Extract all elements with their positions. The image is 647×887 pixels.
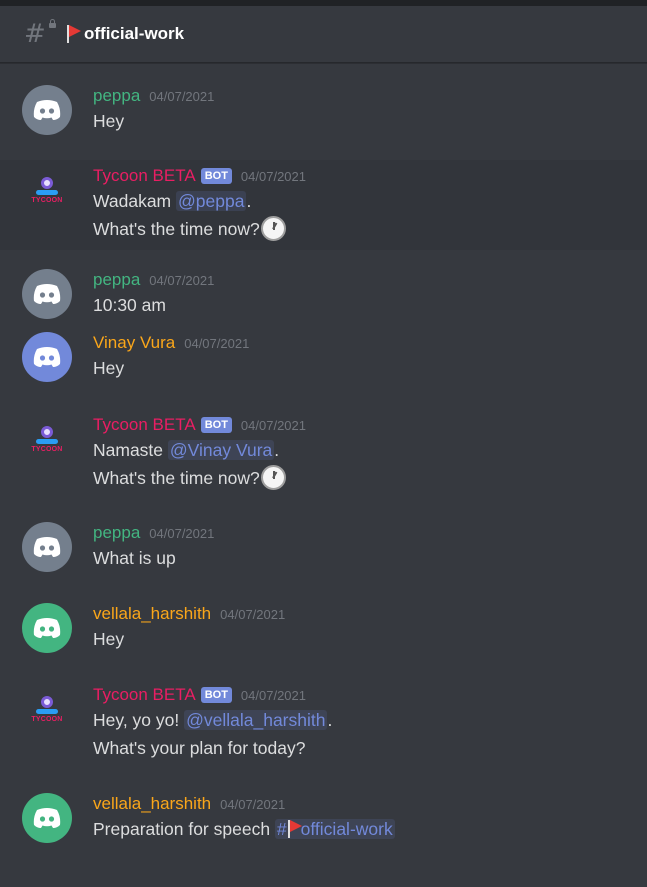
channel-header: # official-work [0, 6, 647, 63]
user-mention[interactable]: @Vinay Vura [167, 440, 275, 460]
message[interactable]: Vinay Vura 04/07/2021 Hey [0, 332, 647, 414]
message-text: Hey, yo yo! @vellala_harshith. [93, 710, 333, 730]
username[interactable]: peppa [93, 270, 140, 290]
avatar[interactable] [22, 793, 72, 843]
message-content: peppa 04/07/2021 10:30 am [93, 269, 214, 332]
locked-channel-hash-icon: # [24, 19, 56, 47]
message-text: Wadakam @peppa. [93, 191, 252, 211]
message-text: Hey [93, 358, 125, 378]
message[interactable]: peppa 04/07/2021 What is up [0, 522, 647, 603]
message-text: What's the time now? [93, 215, 306, 243]
user-mention[interactable]: @vellala_harshith [184, 710, 328, 730]
lock-icon [49, 19, 56, 28]
username[interactable]: peppa [93, 86, 140, 106]
discord-logo-icon [33, 618, 61, 638]
timestamp: 04/07/2021 [184, 335, 250, 351]
message-text: 10:30 am [93, 295, 166, 315]
message-text: Preparation for speech # official-work [93, 819, 395, 839]
channel-title: official-work [84, 24, 185, 43]
clock-emoji-icon [260, 216, 286, 241]
message-content: peppa 04/07/2021 Hey [93, 85, 214, 160]
bot-avatar[interactable]: TYCOON [22, 684, 72, 734]
red-flag-icon [287, 820, 302, 838]
message[interactable]: vellala_harshith 04/07/2021 Preparation … [0, 793, 647, 863]
message-content: Tycoon BETA BOT 04/07/2021 Wadakam @pepp… [93, 165, 306, 250]
message-content: Tycoon BETA BOT 04/07/2021 Hey, yo yo! @… [93, 684, 332, 793]
discord-logo-icon [33, 808, 61, 828]
timestamp: 04/07/2021 [220, 606, 286, 622]
message-content: peppa 04/07/2021 What is up [93, 522, 214, 603]
avatar[interactable] [22, 603, 72, 653]
user-mention[interactable]: @peppa [176, 191, 247, 211]
discord-logo-icon [33, 537, 61, 557]
discord-logo-icon [33, 284, 61, 304]
avatar[interactable] [22, 269, 72, 319]
tycoon-logo-icon: TYCOON [31, 176, 62, 204]
message[interactable]: vellala_harshith 04/07/2021 Hey [0, 603, 647, 684]
avatar[interactable] [22, 522, 72, 572]
message-text: Hey [93, 629, 125, 649]
timestamp: 04/07/2021 [149, 88, 215, 104]
message-text: Hey [93, 111, 125, 131]
discord-logo-icon [33, 100, 61, 120]
message[interactable]: TYCOON Tycoon BETA BOT 04/07/2021 Namast… [0, 414, 647, 522]
username[interactable]: Tycoon BETA [93, 415, 196, 435]
red-flag-icon [66, 25, 81, 43]
message-text: What's the time now? [93, 464, 306, 492]
timestamp: 04/07/2021 [240, 417, 306, 433]
bot-badge: BOT [200, 417, 232, 433]
timestamp: 04/07/2021 [240, 687, 306, 703]
timestamp: 04/07/2021 [149, 525, 215, 541]
tycoon-logo-icon: TYCOON [31, 425, 62, 453]
username[interactable]: peppa [93, 523, 140, 543]
channel-mention[interactable]: # official-work [274, 819, 395, 839]
message[interactable]: peppa 04/07/2021 Hey [0, 63, 647, 160]
message-content: vellala_harshith 04/07/2021 Preparation … [93, 793, 395, 863]
username[interactable]: Vinay Vura [93, 333, 175, 353]
timestamp: 04/07/2021 [149, 272, 215, 288]
message-content: Vinay Vura 04/07/2021 Hey [93, 332, 249, 414]
tycoon-logo-icon: TYCOON [31, 695, 62, 723]
clock-emoji-icon [260, 465, 286, 490]
username[interactable]: Tycoon BETA [93, 166, 196, 186]
username[interactable]: Tycoon BETA [93, 685, 196, 705]
timestamp: 04/07/2021 [220, 796, 286, 812]
message[interactable]: TYCOON Tycoon BETA BOT 04/07/2021 Wadaka… [0, 160, 647, 250]
bot-avatar[interactable]: TYCOON [22, 414, 72, 464]
bot-avatar[interactable]: TYCOON [22, 165, 72, 215]
timestamp: 04/07/2021 [240, 168, 306, 184]
username[interactable]: vellala_harshith [93, 794, 211, 814]
bot-badge: BOT [200, 687, 232, 703]
message-text: Namaste @Vinay Vura. [93, 440, 280, 460]
username[interactable]: vellala_harshith [93, 604, 211, 624]
message-list[interactable]: peppa 04/07/2021 Hey TYCOON Tycoon BETA … [0, 63, 647, 863]
avatar[interactable] [22, 85, 72, 135]
avatar[interactable] [22, 332, 72, 382]
message[interactable]: peppa 04/07/2021 10:30 am [0, 250, 647, 332]
message[interactable]: TYCOON Tycoon BETA BOT 04/07/2021 Hey, y… [0, 684, 647, 793]
message-content: Tycoon BETA BOT 04/07/2021 Namaste @Vina… [93, 414, 306, 522]
message-content: vellala_harshith 04/07/2021 Hey [93, 603, 285, 684]
bot-badge: BOT [200, 168, 232, 184]
message-text: What is up [93, 548, 176, 568]
discord-logo-icon [33, 347, 61, 367]
message-text: What's your plan for today? [93, 738, 306, 758]
